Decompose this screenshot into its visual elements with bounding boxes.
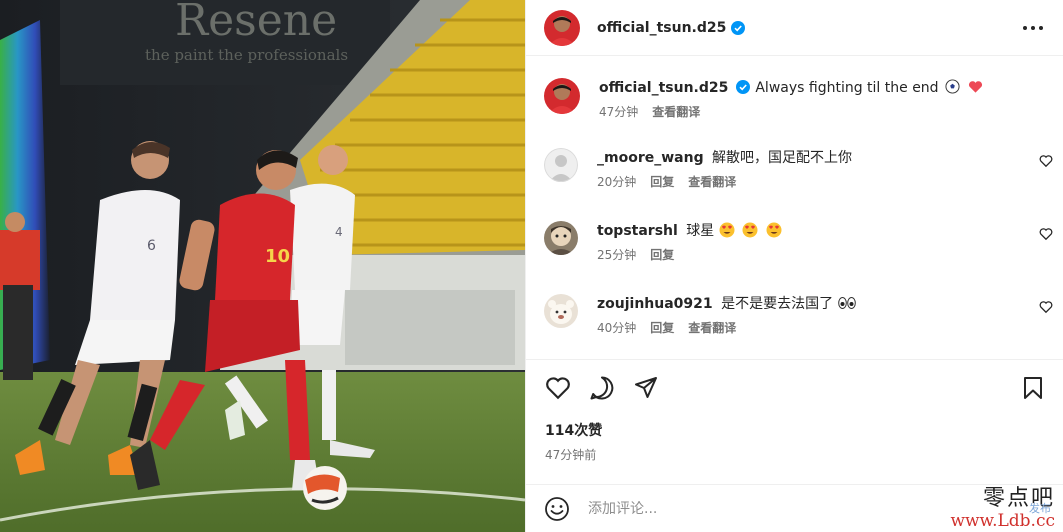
- commenter-avatar[interactable]: [544, 148, 578, 182]
- jersey-number-4: 4: [335, 225, 343, 239]
- like-count[interactable]: 114次赞: [545, 420, 602, 440]
- comment-text: 是不是要去法国了: [721, 296, 834, 312]
- comments-list: official_tsun.d25 Always fighting til the…: [526, 56, 1063, 360]
- verified-badge-icon: [736, 80, 751, 94]
- soccer-ball: [303, 466, 347, 510]
- red-heart-emoji-icon: [969, 81, 983, 93]
- comment-row: _moore_wang 解散吧，国足配不上你 20分钟 回复 查看翻译: [544, 148, 1053, 190]
- comment-username[interactable]: topstarshl: [597, 223, 678, 239]
- comment-time: 40分钟: [597, 321, 637, 335]
- caption-translate-link[interactable]: 查看翻译: [652, 103, 700, 120]
- comment-time: 20分钟: [597, 175, 637, 189]
- author-avatar[interactable]: [544, 9, 580, 46]
- send-icon: [635, 377, 657, 398]
- eyes-emoji-icon: [837, 297, 856, 309]
- heart-eyes-emoji-icon: [742, 222, 758, 238]
- heart-eyes-emoji-icon: [719, 222, 735, 238]
- header-username[interactable]: official_tsun.d25: [597, 20, 726, 36]
- commenter-avatar[interactable]: [544, 294, 578, 328]
- more-options-icon[interactable]: [1021, 16, 1045, 40]
- comment-time: 25分钟: [597, 248, 637, 262]
- soccer-ball-emoji-icon: [945, 79, 960, 94]
- caption-text: Always fighting til the end: [755, 80, 939, 96]
- comment-username[interactable]: zoujinhua0921: [597, 296, 713, 312]
- action-bar: [544, 372, 1047, 404]
- translate-link[interactable]: 查看翻译: [688, 319, 736, 336]
- comment-icon: [590, 376, 614, 400]
- reply-button[interactable]: 回复: [650, 173, 674, 190]
- bookmark-icon: [1024, 377, 1042, 399]
- post-detail-pane: official_tsun.d25 official_tsun.d25 Alwa…: [525, 0, 1063, 532]
- heart-eyes-emoji-icon: [766, 222, 782, 238]
- comment-text: 球星: [686, 223, 715, 239]
- reply-button[interactable]: 回复: [650, 319, 674, 336]
- soccer-photo: Resene the paint the professionals 6 4 1…: [0, 0, 525, 532]
- caption-time: 47分钟: [599, 105, 639, 119]
- verified-badge-icon: [731, 20, 746, 35]
- share-button[interactable]: [632, 374, 660, 402]
- caption-avatar[interactable]: [544, 78, 580, 114]
- translate-link[interactable]: 查看翻译: [688, 173, 736, 190]
- jersey-number-6: 6: [147, 238, 156, 254]
- commenter-avatar[interactable]: [544, 221, 578, 255]
- post-button[interactable]: 发布: [1029, 500, 1051, 516]
- comment-input[interactable]: [588, 500, 908, 517]
- banner-tagline: the paint the professionals: [145, 46, 348, 64]
- reply-button[interactable]: 回复: [650, 246, 674, 263]
- caption-row: official_tsun.d25 Always fighting til the…: [544, 78, 1053, 120]
- comment-like-heart-icon[interactable]: [1039, 300, 1053, 314]
- comment-button[interactable]: [588, 374, 616, 402]
- banner-brand: Resene: [175, 0, 337, 46]
- save-button[interactable]: [1019, 374, 1047, 402]
- comment-row: zoujinhua0921 是不是要去法国了 40分钟 回复 查看翻译: [544, 294, 1053, 336]
- heart-icon: [546, 377, 570, 400]
- post-header: official_tsun.d25: [526, 0, 1063, 56]
- emoji-picker-icon[interactable]: [544, 496, 570, 522]
- comment-text: 解散吧，国足配不上你: [712, 150, 853, 166]
- jersey-number-10: 10: [265, 246, 290, 267]
- post-image: Resene the paint the professionals 6 4 1…: [0, 0, 525, 532]
- divider: [526, 359, 1063, 360]
- comment-row: topstarshl 球星 25分钟 回复: [544, 221, 1053, 263]
- caption-username[interactable]: official_tsun.d25: [599, 80, 728, 96]
- comment-like-heart-icon[interactable]: [1039, 154, 1053, 168]
- comment-username[interactable]: _moore_wang: [597, 150, 704, 166]
- like-button[interactable]: [544, 374, 572, 402]
- post-timestamp: 47分钟前: [545, 448, 597, 462]
- comment-like-heart-icon[interactable]: [1039, 227, 1053, 241]
